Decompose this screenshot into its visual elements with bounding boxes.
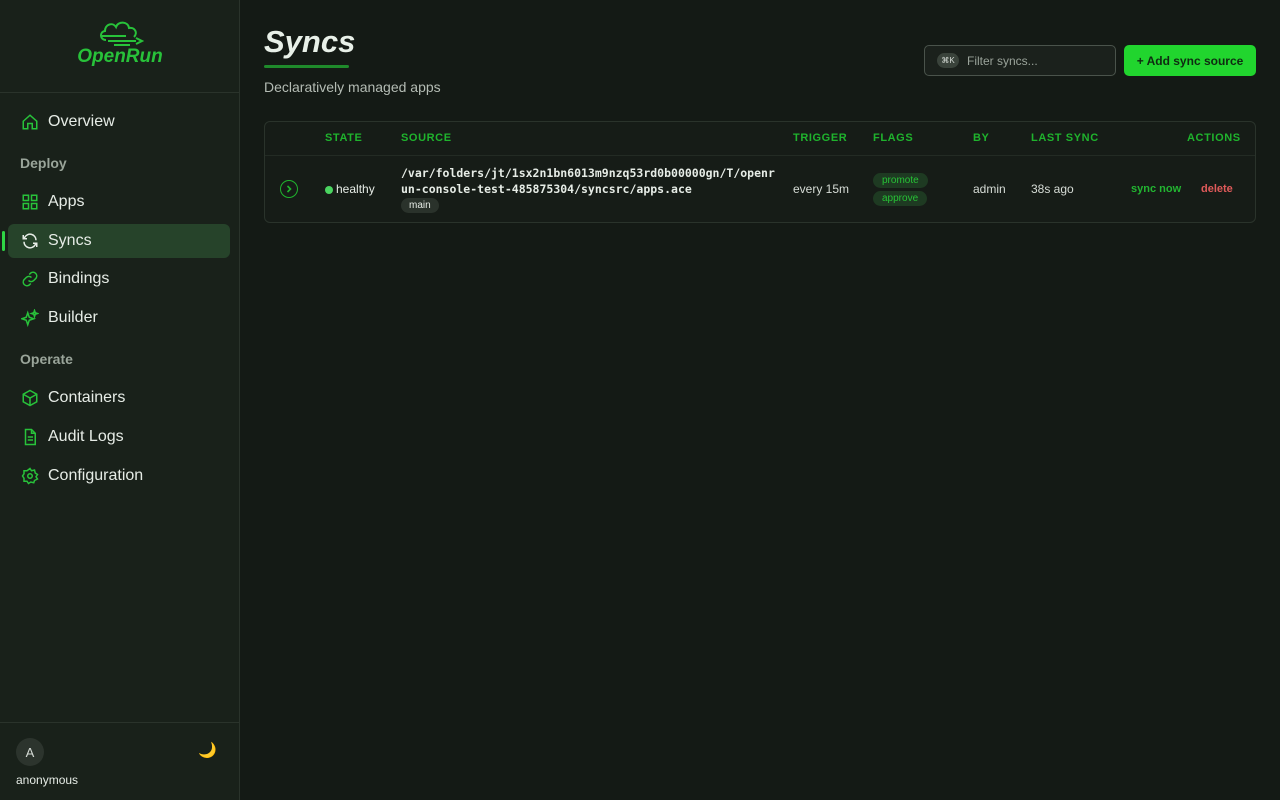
filter-input[interactable]: [967, 53, 1107, 68]
column-header-actions: ACTIONS: [1187, 132, 1241, 144]
column-header-flags: FLAGS: [873, 132, 914, 144]
sidebar-item-label: Syncs: [48, 232, 92, 249]
flag-badge: approve: [873, 191, 928, 206]
filter-box[interactable]: ⌘K: [924, 45, 1116, 76]
gear-icon: [20, 466, 40, 486]
sidebar-item-bindings[interactable]: Bindings: [8, 262, 230, 296]
section-label-operate: Operate: [20, 351, 73, 367]
link-icon: [20, 269, 40, 289]
sidebar-item-label: Audit Logs: [48, 428, 124, 445]
sidebar-item-configuration[interactable]: Configuration: [8, 459, 230, 493]
sidebar-item-audit-logs[interactable]: Audit Logs: [8, 420, 230, 454]
by-value: admin: [973, 182, 1006, 196]
sidebar-item-builder[interactable]: Builder: [8, 301, 230, 335]
expand-row-button[interactable]: [280, 180, 298, 198]
column-header-state: STATE: [325, 132, 363, 144]
delete-button[interactable]: delete: [1201, 183, 1233, 195]
moon-icon[interactable]: 🌙: [198, 741, 217, 759]
cloud-run-icon: [100, 21, 144, 46]
syncs-table: STATE SOURCE TRIGGER FLAGS BY LAST SYNC …: [264, 121, 1256, 223]
flag-badge: promote: [873, 173, 928, 188]
page-title: Syncs: [264, 24, 356, 59]
page-subtitle: Declaratively managed apps: [264, 79, 441, 95]
avatar[interactable]: A: [16, 738, 44, 766]
sidebar-item-label: Configuration: [48, 467, 144, 484]
sync-now-button[interactable]: sync now: [1131, 183, 1181, 195]
sparkle-icon: [20, 308, 40, 328]
sidebar-item-syncs[interactable]: Syncs: [8, 224, 230, 258]
source-path: /var/folders/jt/1sx2n1bn6013m9nzq53rd0b0…: [401, 166, 775, 196]
shortcut-badge: ⌘K: [937, 53, 959, 68]
logo-text: OpenRun: [77, 46, 163, 67]
column-header-trigger: TRIGGER: [793, 132, 848, 144]
sidebar-item-apps[interactable]: Apps: [8, 185, 230, 219]
sidebar-item-label: Builder: [48, 309, 98, 326]
column-header-by: BY: [973, 132, 990, 144]
home-icon: [20, 112, 40, 132]
sidebar-item-overview[interactable]: Overview: [8, 105, 230, 139]
table-row: healthy /var/folders/jt/1sx2n1bn6013m9nz…: [265, 156, 1255, 222]
sidebar: OpenRun Overview Deploy Apps Syncs Bindi…: [0, 0, 240, 800]
active-indicator: [2, 231, 5, 251]
document-icon: [20, 427, 40, 447]
last-sync-value: 38s ago: [1031, 182, 1074, 196]
refresh-icon: [20, 231, 40, 251]
cube-icon: [20, 388, 40, 408]
trigger-value: every 15m: [793, 182, 850, 196]
column-header-source: SOURCE: [401, 132, 452, 144]
sidebar-item-label: Bindings: [48, 270, 110, 287]
sidebar-footer: A anonymous 🌙: [0, 722, 240, 800]
sidebar-item-label: Apps: [48, 193, 85, 210]
status-text: healthy: [336, 182, 375, 196]
chevron-right-icon: [286, 185, 292, 193]
title-underline: [264, 65, 349, 68]
sidebar-item-label: Containers: [48, 389, 126, 406]
branch-badge: main: [401, 198, 439, 213]
logo[interactable]: OpenRun: [0, 0, 239, 93]
column-header-last-sync: LAST SYNC: [1031, 132, 1099, 144]
username: anonymous: [16, 773, 79, 787]
sidebar-item-containers[interactable]: Containers: [8, 381, 230, 415]
grid-icon: [20, 192, 40, 212]
sidebar-item-label: Overview: [48, 113, 115, 130]
status-dot: [325, 186, 333, 194]
add-sync-source-button[interactable]: + Add sync source: [1124, 45, 1256, 76]
section-label-deploy: Deploy: [20, 155, 67, 171]
